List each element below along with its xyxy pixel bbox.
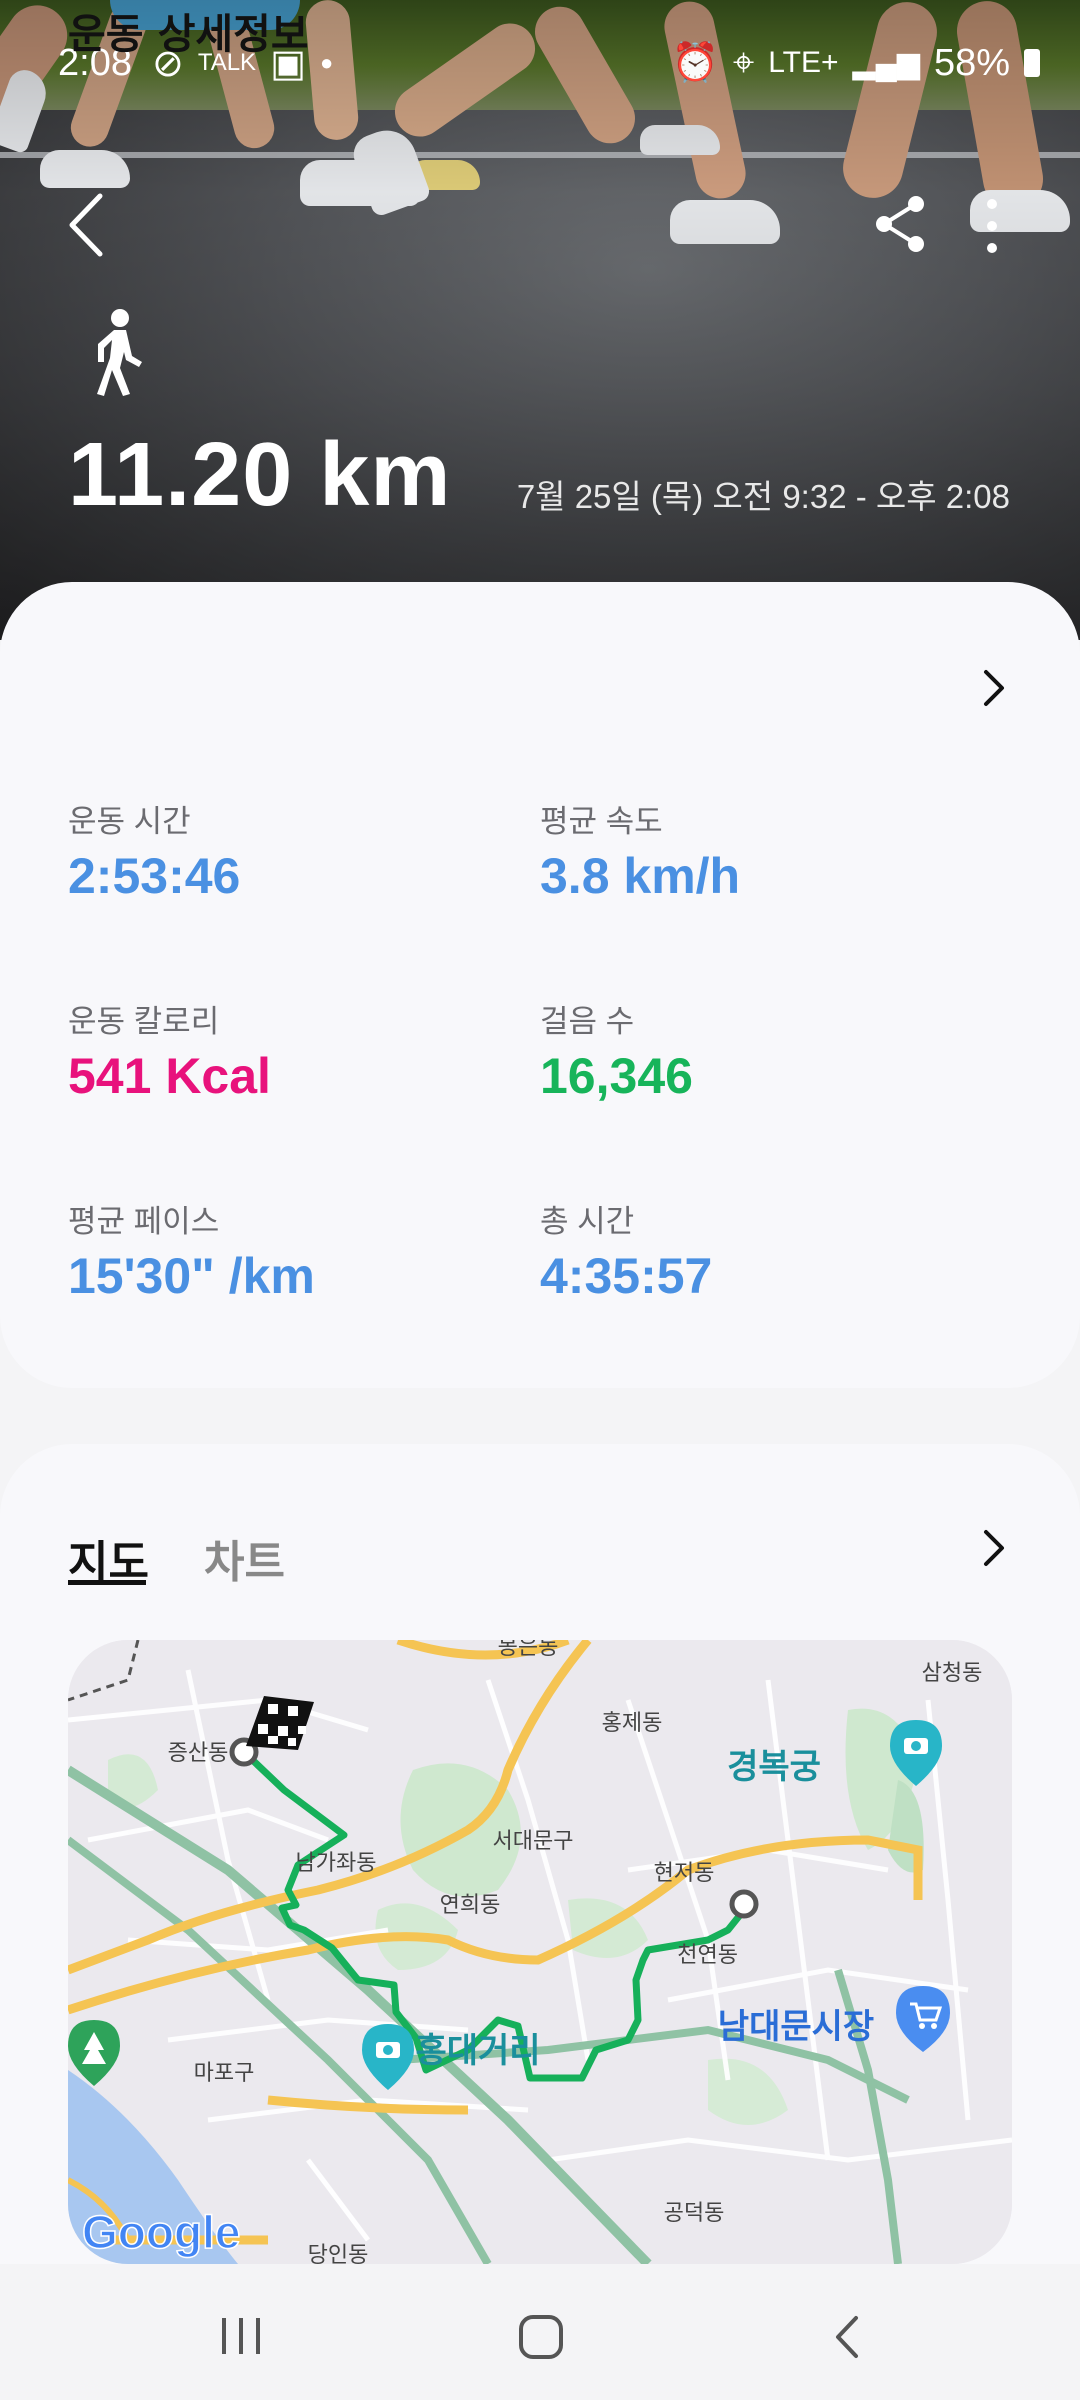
stat-label: 평균 속도 xyxy=(540,804,663,839)
map-chevron-right-icon[interactable] xyxy=(980,1526,1008,1570)
details-title: 운동 상세정보 xyxy=(68,10,309,58)
tab-chart[interactable]: 차트 xyxy=(204,1526,285,1590)
stat-value: 16,346 xyxy=(540,1048,693,1104)
stat-total-time: 총 시간 4:35:57 xyxy=(540,1196,712,1305)
map-label: 홍제동 xyxy=(602,1710,663,1735)
system-navigation-bar xyxy=(0,2264,1080,2400)
stat-label: 평균 페이스 xyxy=(68,1204,220,1239)
map-poi-label: 홍대거리 xyxy=(415,2032,540,2070)
back-arrow-icon[interactable] xyxy=(62,190,112,260)
location-icon: ⌖ xyxy=(732,41,755,84)
walk-icon xyxy=(97,309,142,396)
alarm-icon: ⏰ xyxy=(671,42,719,84)
route-start-marker xyxy=(729,1889,759,1919)
recent-apps-icon[interactable] xyxy=(216,2314,266,2358)
home-icon[interactable] xyxy=(518,2314,564,2360)
map-label: 당인동 xyxy=(308,2242,369,2264)
stat-value: 2:53:46 xyxy=(68,848,241,904)
map-poi-label: 경복궁 xyxy=(727,1748,821,1786)
stat-average-pace: 평균 페이스 15'30" /km xyxy=(68,1196,315,1305)
map-label: 현저동 xyxy=(654,1860,715,1885)
map-label: 봉은동 xyxy=(498,1640,559,1659)
route-map[interactable]: 봉은동 삼청동 홍제동 증산동 서대문구 남가좌동 현저동 연희동 천연동 마포… xyxy=(68,1640,1012,2264)
map-label: 삼청동 xyxy=(922,1660,983,1685)
network-label: LTE+ xyxy=(768,46,839,79)
stat-value: 4:35:57 xyxy=(540,1248,713,1304)
stat-label: 걸음 수 xyxy=(540,1004,635,1039)
stat-exercise-time: 운동 시간 2:53:46 xyxy=(68,796,240,905)
stat-average-speed: 평균 속도 3.8 km/h xyxy=(540,796,740,905)
map-label: 마포구 xyxy=(194,2060,255,2085)
workout-datetime: 7월 25일 (목) 오전 9:32 - 오후 2:08 xyxy=(516,478,1010,515)
active-tab-indicator xyxy=(68,1580,146,1585)
share-icon[interactable] xyxy=(872,194,928,254)
map-label: 남가좌동 xyxy=(296,1850,377,1875)
map-label: 천연동 xyxy=(677,1942,738,1967)
battery-level: 58% xyxy=(933,41,1010,84)
stat-label: 운동 칼로리 xyxy=(68,1004,220,1039)
dot-icon: ● xyxy=(319,50,334,75)
stat-value: 541 Kcal xyxy=(68,1048,271,1104)
distance-value: 11.20 km xyxy=(68,425,452,525)
nav-back-icon[interactable] xyxy=(832,2314,862,2360)
map-label: 증산동 xyxy=(168,1740,229,1765)
map-label: 서대문구 xyxy=(493,1828,574,1853)
stat-calories: 운동 칼로리 541 Kcal xyxy=(68,996,271,1105)
google-logo: Google xyxy=(82,2206,240,2258)
map-label: 공덕동 xyxy=(664,2200,725,2225)
header-photo xyxy=(0,0,1080,640)
signal-icon: ▂▄▆ xyxy=(852,46,920,80)
stat-value: 3.8 km/h xyxy=(540,848,741,904)
battery-icon xyxy=(1024,49,1040,77)
map-poi-label: 남대문시장 xyxy=(718,2008,874,2046)
more-options-icon[interactable] xyxy=(982,196,1002,256)
stat-label: 총 시간 xyxy=(540,1204,635,1239)
stat-label: 운동 시간 xyxy=(68,804,191,839)
stat-value: 15'30" /km xyxy=(68,1248,315,1304)
stat-steps: 걸음 수 16,346 xyxy=(540,996,693,1105)
map-label: 연희동 xyxy=(440,1892,501,1917)
details-chevron-right-icon[interactable] xyxy=(980,666,1008,710)
